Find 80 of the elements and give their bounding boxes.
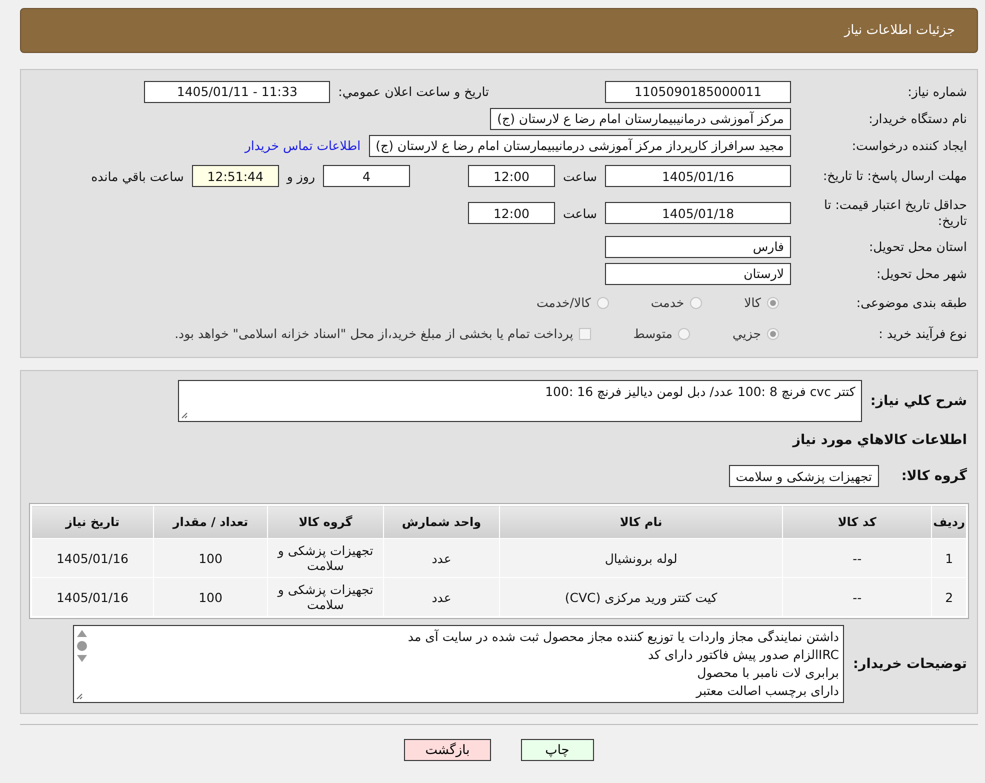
field-label: گروه کالا: [900,468,967,484]
back-button[interactable]: بازگشت [404,739,491,761]
field-value: مرکز آموزشی درمانیبیمارستان امام رضا ع لارستان (ج) [490,108,791,130]
resize-grip-icon[interactable] [76,693,83,700]
field-value: 1405/01/18 [605,202,791,224]
option-label: جزيي [732,326,761,341]
table-cell: لوله برونشیال [500,538,783,578]
resize-grip-icon[interactable] [181,412,188,419]
field-label: شماره نیاز: [906,84,967,100]
column-header: تاریخ نیاز [32,506,154,538]
table-cell: 1405/01/16 [32,538,154,578]
column-header: نام کالا [500,506,783,538]
column-header: گروه کالا [268,506,384,538]
field-label: شرح كلي نياز: [870,393,967,409]
field-label: تاریخ و ساعت اعلان عمومي: [338,84,489,99]
radio-button[interactable] [678,328,690,340]
scroll-thumb-icon[interactable] [77,641,87,651]
table-cell: عدد [384,578,500,616]
table-cell: 1 [932,538,966,578]
field-value: 4 [322,165,410,187]
field-label: شهر محل تحویل: [876,266,967,282]
field-label: ساعت [562,206,597,220]
page-header: جزئیات اطلاعات نیاز [20,8,978,53]
option-label: کالا [744,295,761,310]
checkbox-label: پرداخت تمام یا بخشی از مبلغ خرید،از محل "اسناد خزانه اسلامی" خواهد بود. [174,326,574,341]
field-label: ساعت باقي مانده [91,168,184,184]
field-label: نام دستگاه خریدار: [868,110,967,126]
table-cell: -- [782,538,932,578]
note-line: IRCالزام صدور پیش فاکتور دارای کد [646,646,839,664]
scroll-down-icon[interactable] [77,655,87,662]
buyer-contact-link[interactable]: اطلاعات تماس خریدار [244,138,361,153]
option-label: متوسط [633,326,672,341]
countdown-value: 12:51:44 [192,165,279,187]
column-header: تعداد / مقدار [154,506,268,538]
option-label: کالا/خدمت [536,295,591,310]
note-line: داشتن نمایندگی مجاز واردات یا توزیع کننده مجاز محصول ثبت شده در سایت آی مد [406,628,839,646]
note-line: دارای برچسب اصالت معتبر [694,682,839,700]
column-header: واحد شمارش [384,506,500,538]
table-cell: 100 [154,578,268,616]
section-title: اطلاعات كالاهاي مورد نياز [792,432,967,448]
table-cell: کیت کتتر ورید مرکزی (CVC) [500,578,783,616]
table-cell: 2 [932,578,966,616]
field-value: 1405/01/11 - 11:33 [144,80,330,102]
table-cell: 1405/01/16 [32,578,154,616]
table-cell: 100 [154,538,268,578]
scroll-up-icon[interactable] [77,630,87,637]
field-value: تجهیزات پزشکی و سلامت [728,465,879,487]
checkbox[interactable] [579,328,592,340]
field-label: نوع فرآیند خرید : [878,326,967,342]
column-header: کد کالا [782,506,932,538]
table-cell: تجهیزات پزشکی و سلامت [268,578,384,616]
field-value: 1105090185000011 [605,80,791,102]
table-cell: عدد [384,538,500,578]
option-label: خدمت [650,295,684,310]
field-label: ساعت [562,168,597,184]
table-cell: تجهیزات پزشکی و سلامت [268,538,384,578]
radio-button[interactable] [767,328,779,340]
summary-field[interactable]: کتتر cvc فرنچ 8 :100 عدد/ دبل لومن دیالیز فرنچ 16 :100 [178,380,862,422]
field-label: مهلت ارسال پاسخ: تا تاریخ: [822,168,967,184]
scrollbar[interactable] [77,630,87,662]
column-header: ردیف [932,506,966,538]
field-value: مجید سرافراز کارپرداز مرکز آموزشی درمانیبیمارستان امام رضا ع لارستان (ج) [368,134,791,156]
field-label: استان محل تحویل: [868,238,967,254]
field-label: روز و [286,168,315,184]
radio-button[interactable] [767,296,779,308]
field-value: 12:00 [468,165,555,187]
radio-button[interactable] [690,296,702,308]
field-label: توضیحات خریدار: [852,656,967,672]
print-button[interactable]: چاپ [520,739,594,761]
field-value: 1405/01/16 [605,165,791,187]
field-value: فارس [605,236,791,258]
note-line: برابری لات نامبر با محصول [696,664,839,682]
notes-field[interactable]: داشتن نمایندگی مجاز واردات یا توزیع کننده مجاز محصول ثبت شده در سایت آی مد IRCالزام صدور پیش فاکتور دارای کد برابری لات نامبر با محصول دارای برچسب اصالت معتبر [73,625,844,703]
field-label: طبقه بندی موضوعی: [855,294,967,310]
field-label: ایجاد کننده درخواست: [850,138,967,154]
field-value: 12:00 [468,202,555,224]
table-cell: -- [782,578,932,616]
field-value: لارستان [605,262,791,284]
field-label: حداقل تاریخ اعتبار قیمت: تا تاریخ: [822,197,967,229]
radio-button[interactable] [596,296,609,308]
